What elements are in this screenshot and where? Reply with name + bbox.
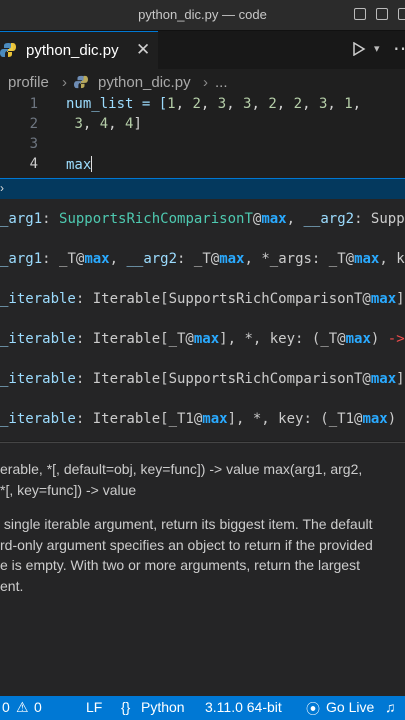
documentation-panel: erable, *[, default=obj, key=func]) -> v… <box>0 442 405 697</box>
tab-label: python_dic.py <box>26 42 119 59</box>
line-number: 2 <box>29 116 38 132</box>
window-title: python_dic.py — code <box>138 7 267 22</box>
text-cursor <box>91 156 93 172</box>
line-number: 1 <box>29 96 38 112</box>
signature-overload-list[interactable]: _arg1: SupportsRichComparisonT@max, __ar… <box>0 199 405 441</box>
braces-icon[interactable]: {} <box>121 699 130 715</box>
overload-item[interactable]: _arg1: _T@max, __arg2: _T@max, *_args: _… <box>0 239 405 279</box>
layout-icon[interactable] <box>398 8 405 20</box>
tab-python-dic[interactable]: python_dic.py ✕ <box>0 31 158 70</box>
chevron-down-icon[interactable]: ▾ <box>374 42 380 55</box>
code-line: 1 num_list = [1, 2, 3, 3, 2, 2, 3, 1, <box>0 96 405 116</box>
warning-icon[interactable]: ⚠ <box>16 699 29 716</box>
code-line: 2 3, 4, 4] <box>0 116 405 136</box>
chevron-right-icon[interactable]: › <box>0 181 4 195</box>
warnings-count[interactable]: 0 <box>34 699 42 715</box>
breadcrumb-folder[interactable]: profile <box>8 74 49 91</box>
docs-description: single iterable argument, return its big… <box>0 516 373 594</box>
python-file-icon <box>74 75 88 89</box>
docs-signature: erable, *[, default=obj, key=func]) -> v… <box>0 461 363 498</box>
language-mode[interactable]: Python <box>141 699 185 715</box>
overload-item[interactable]: _iterable: Iterable[SupportsRichComparis… <box>0 359 405 399</box>
eol-indicator[interactable]: LF <box>86 699 102 715</box>
overload-item[interactable]: _arg1: SupportsRichComparisonT@max, __ar… <box>0 199 405 239</box>
tab-bar: python_dic.py ✕ ▾ ⋯ <box>0 31 405 70</box>
python-interpreter[interactable]: 3.11.0 64-bit <box>205 699 282 715</box>
line-code: num_list = [1, 2, 3, 3, 2, 2, 3, 1, <box>66 96 362 112</box>
go-live-button[interactable]: Go Live <box>326 699 374 715</box>
toggle-sidebar-icon[interactable] <box>354 8 366 20</box>
close-icon[interactable]: ✕ <box>136 40 150 60</box>
toggle-panel-icon[interactable] <box>376 8 388 20</box>
run-icon[interactable] <box>352 42 366 56</box>
breadcrumb: profile › python_dic.py › ... <box>0 70 405 96</box>
suggestion-header[interactable]: › <box>0 178 405 199</box>
title-bar: python_dic.py — code <box>0 0 405 31</box>
breadcrumb-file[interactable]: python_dic.py <box>98 74 191 91</box>
bell-icon[interactable]: ♫ <box>385 699 396 715</box>
line-code: max <box>66 156 93 173</box>
status-bar: 0 ⚠ 0 LF {} Python 3.11.0 64-bit ⦿ Go Li… <box>0 696 405 720</box>
broadcast-icon[interactable]: ⦿ <box>306 699 320 719</box>
code-line: 3 <box>0 136 405 156</box>
code-line-active: 4 max <box>0 156 405 176</box>
overload-item[interactable]: _iterable: Iterable[SupportsRichComparis… <box>0 279 405 319</box>
breadcrumb-more[interactable]: ... <box>215 74 228 91</box>
overload-item[interactable]: _iterable: Iterable[_T1@max], *, key: (_… <box>0 399 405 439</box>
chevron-right-icon: › <box>203 74 208 91</box>
problems-count[interactable]: 0 <box>2 699 10 715</box>
line-number: 3 <box>29 136 38 152</box>
line-code: 3, 4, 4] <box>74 116 142 132</box>
chevron-right-icon: › <box>62 74 67 91</box>
more-icon[interactable]: ⋯ <box>393 36 405 61</box>
python-file-icon <box>0 43 16 57</box>
overload-item[interactable]: _iterable: Iterable[_T@max], *, key: (_T… <box>0 319 405 359</box>
code-editor[interactable]: 1 num_list = [1, 2, 3, 3, 2, 2, 3, 1, 2 … <box>0 96 405 178</box>
line-number: 4 <box>29 156 38 172</box>
